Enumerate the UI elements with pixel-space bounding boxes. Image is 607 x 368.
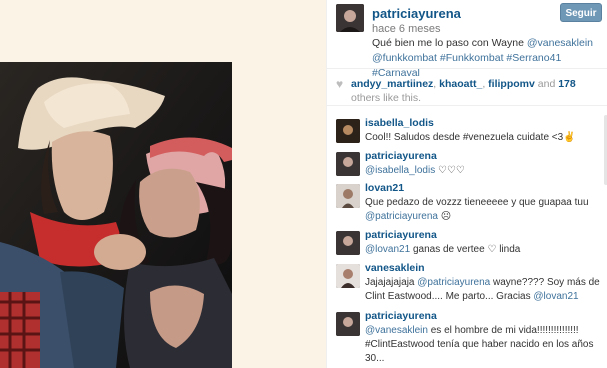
- comment-username[interactable]: patriciayurena: [365, 229, 437, 241]
- comment-mention[interactable]: @lovan21: [533, 291, 578, 302]
- caption-text: Qué bien me lo paso con Wayne: [372, 37, 524, 49]
- comment-text: @isabella_lodis ♡♡♡: [365, 164, 603, 178]
- heart-icon[interactable]: ♥: [336, 77, 343, 91]
- comment-text: Que pedazo de vozzz tieneeeee y que guap…: [365, 196, 603, 224]
- liker-username[interactable]: filippomv: [488, 78, 535, 90]
- avatar[interactable]: [336, 264, 360, 288]
- post-header: patriciayurena hace 6 meses Seguir Qué b…: [327, 0, 607, 79]
- comment-text: Jajajajajaja @patriciayurena wayne???? S…: [365, 276, 603, 304]
- comment-mention[interactable]: @vanesaklein: [365, 325, 428, 336]
- author-username[interactable]: patriciayurena: [372, 6, 461, 21]
- likes-row: ♥ andyy_martiinez, khaoatt_, filippomv a…: [327, 68, 607, 106]
- comment-text-part: ganas de vertee ♡ linda: [410, 244, 521, 255]
- comment-text-part: Que pedazo de vozzz tieneeeee y que guap…: [365, 197, 589, 208]
- avatar[interactable]: [336, 4, 364, 32]
- comment-username[interactable]: patriciayurena: [365, 150, 437, 162]
- liker-username[interactable]: andyy_martiinez: [351, 78, 433, 90]
- photo-backdrop: [0, 0, 326, 368]
- comment-mention[interactable]: @patriciayurena: [417, 277, 490, 288]
- comment-username[interactable]: isabella_lodis: [365, 117, 434, 129]
- comment-mention[interactable]: @patriciayurena: [365, 211, 438, 222]
- likes-text: andyy_martiinez, khaoatt_, filippomv and…: [351, 78, 576, 104]
- likes-and: and: [537, 78, 556, 90]
- likes-count[interactable]: 178: [558, 78, 576, 90]
- comment-text-part: ♡♡♡: [435, 165, 465, 176]
- comment-text: @lovan21 ganas de vertee ♡ linda: [365, 243, 603, 257]
- post-photo[interactable]: [0, 62, 232, 368]
- avatar[interactable]: [336, 152, 360, 176]
- comment-text-part: ☹: [437, 211, 452, 222]
- caption-mention[interactable]: @funkkombat: [372, 52, 437, 64]
- liker-username[interactable]: khaoatt_: [439, 78, 482, 90]
- comment-text: Cool!! Saludos desde #venezuela cuidate …: [365, 132, 576, 143]
- comment-mention[interactable]: @lovan21: [365, 244, 410, 255]
- post-timestamp: hace 6 meses: [372, 23, 441, 35]
- avatar[interactable]: [336, 312, 360, 336]
- avatar[interactable]: [336, 184, 360, 208]
- caption-mention[interactable]: @vanesaklein: [527, 37, 593, 49]
- comment-username[interactable]: patriciayurena: [365, 310, 437, 322]
- post-details-panel: patriciayurena hace 6 meses Seguir Qué b…: [326, 0, 607, 368]
- comment-text-part: Jajajajajaja: [365, 277, 418, 288]
- comment-username[interactable]: vanesaklein: [365, 262, 425, 274]
- comment-mention[interactable]: @isabella_lodis: [365, 165, 435, 176]
- likes-others: others like this.: [351, 92, 422, 104]
- comment-username[interactable]: lovan21: [365, 182, 404, 194]
- photo-illustration: [0, 62, 232, 368]
- avatar[interactable]: [336, 231, 360, 255]
- avatar[interactable]: [336, 119, 360, 143]
- follow-button[interactable]: Seguir: [560, 3, 602, 22]
- comment-text: @vanesaklein es el hombre de mi vida!!!!…: [365, 324, 603, 366]
